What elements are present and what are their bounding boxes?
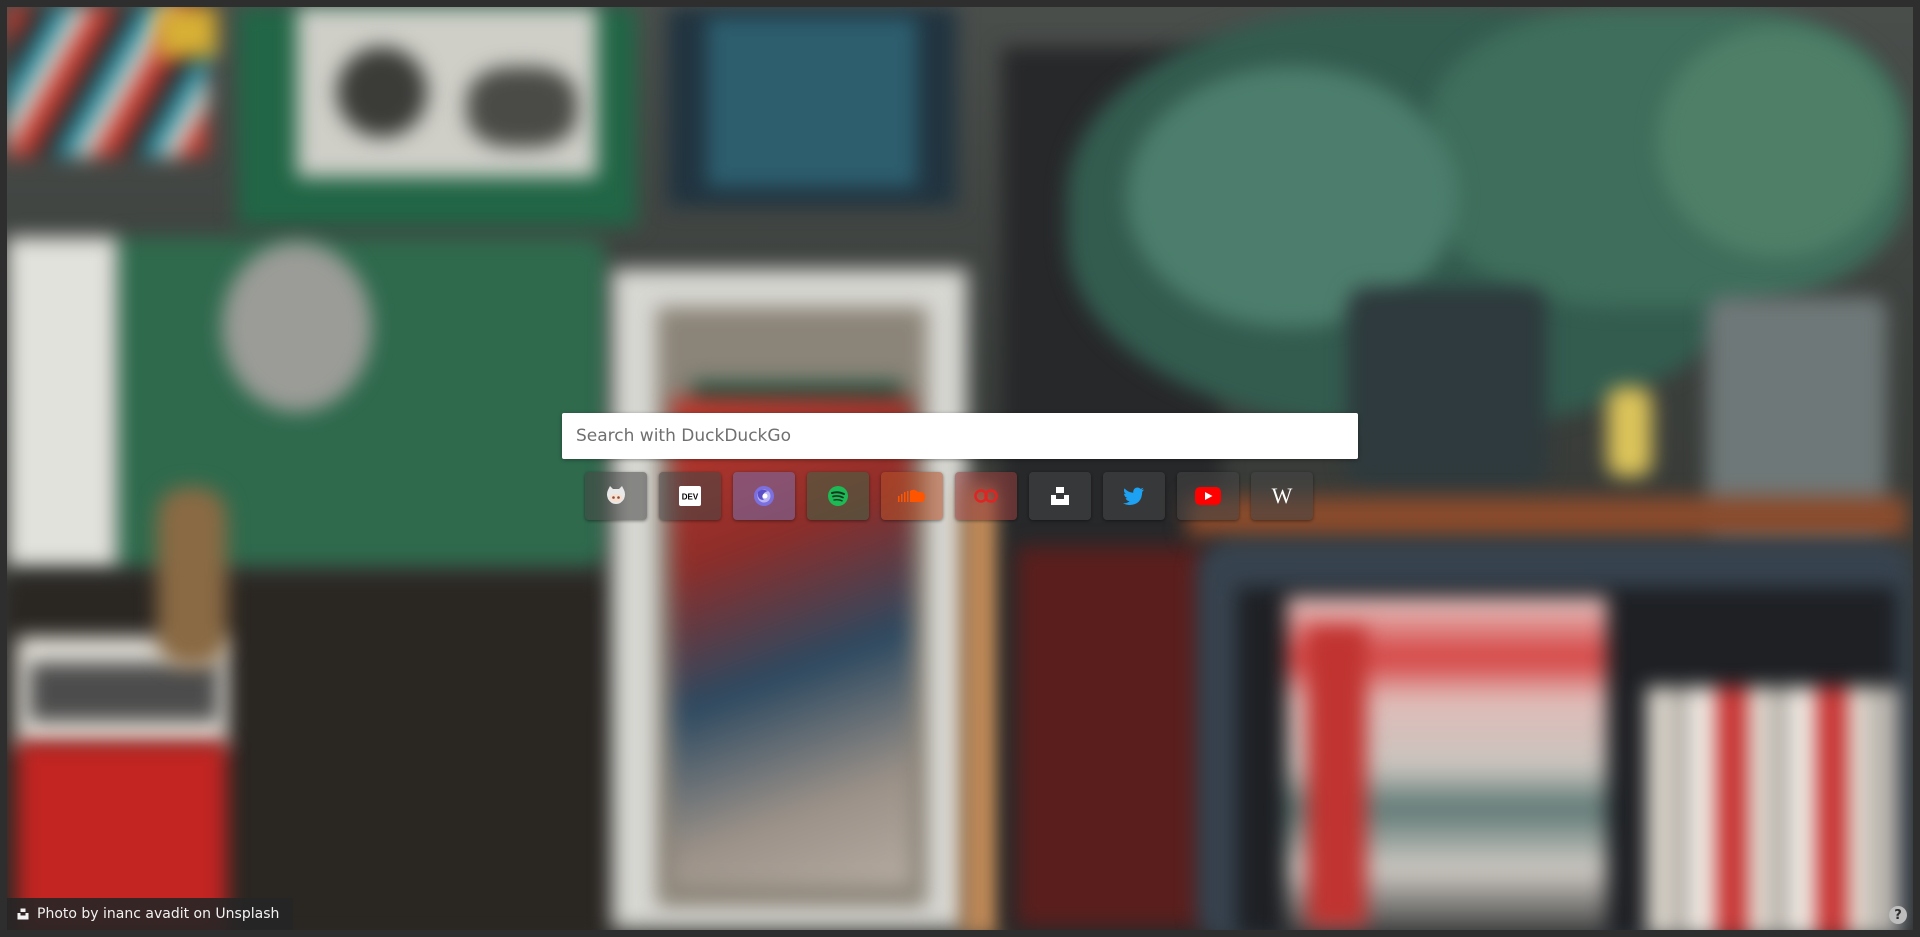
firefox-icon: [752, 484, 776, 508]
shortcut-unsplash[interactable]: [1029, 472, 1091, 520]
shortcut-github[interactable]: [585, 472, 647, 520]
red-infinity-icon: [973, 488, 999, 504]
background-photo: [7, 7, 1913, 930]
twitter-bird-icon: [1123, 487, 1145, 505]
photo-credit-text[interactable]: Photo by inanc avadit on Unsplash: [37, 906, 279, 922]
shortcut-wikipedia[interactable]: W: [1251, 472, 1313, 520]
soundcloud-icon: [897, 488, 927, 504]
dev-to-icon: DEV: [679, 486, 701, 506]
shortcut-bar: DEV W: [585, 472, 1313, 520]
help-button[interactable]: ?: [1883, 900, 1913, 930]
shortcut-youtube[interactable]: [1177, 472, 1239, 520]
dev-label: DEV: [682, 493, 699, 502]
shortcut-twitter[interactable]: [1103, 472, 1165, 520]
shortcut-dev[interactable]: DEV: [659, 472, 721, 520]
shortcut-red-app[interactable]: [955, 472, 1017, 520]
unsplash-icon: [1050, 486, 1070, 506]
wikipedia-icon: W: [1268, 485, 1296, 507]
youtube-icon: [1195, 487, 1221, 505]
browser-frame: DEV: [0, 0, 1920, 937]
wikipedia-label: W: [1272, 485, 1293, 507]
spotify-icon: [827, 485, 849, 507]
camera-icon: [17, 908, 29, 920]
photo-credit[interactable]: Photo by inanc avadit on Unsplash: [7, 898, 294, 930]
search-bar[interactable]: [562, 413, 1358, 459]
github-octocat-icon: [605, 486, 627, 506]
shortcut-spotify[interactable]: [807, 472, 869, 520]
shortcut-soundcloud[interactable]: [881, 472, 943, 520]
search-input[interactable]: [562, 413, 1358, 459]
help-icon: ?: [1889, 906, 1907, 924]
shortcut-firefox[interactable]: [733, 472, 795, 520]
